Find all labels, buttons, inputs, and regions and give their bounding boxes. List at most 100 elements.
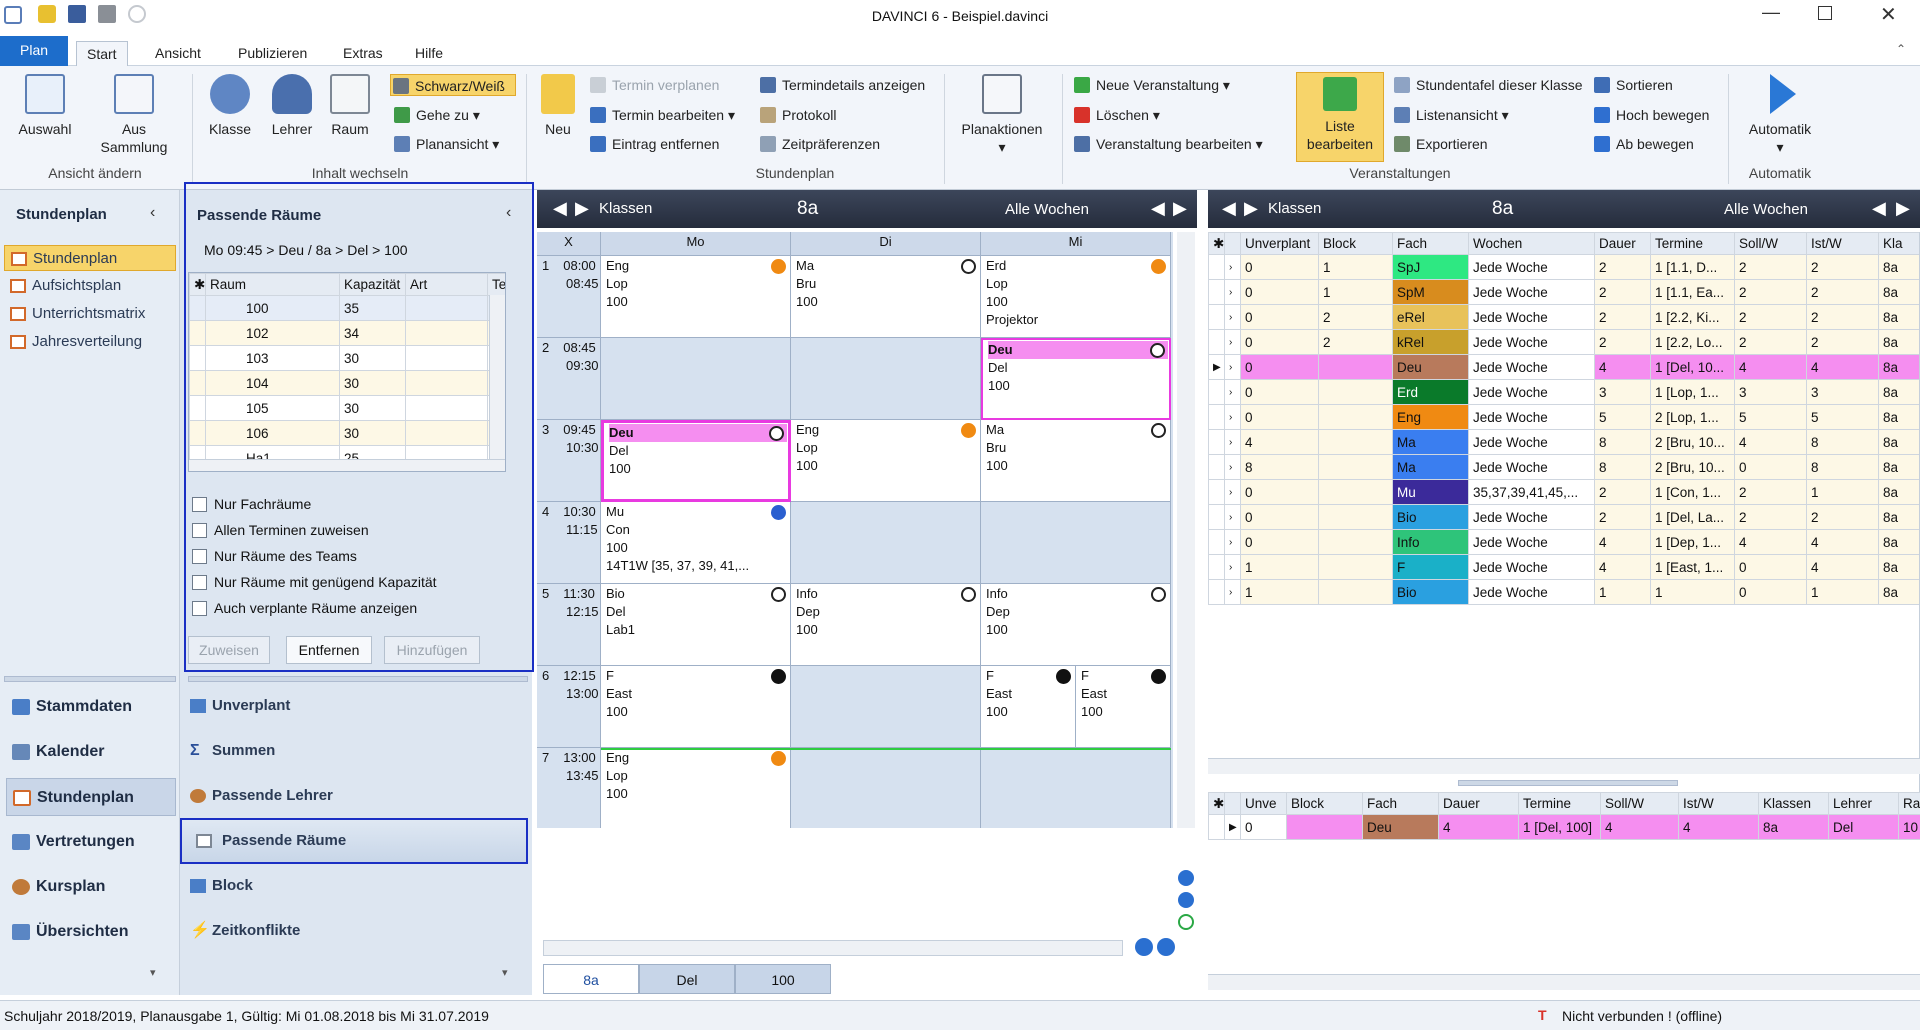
- neue-veranstaltung-button[interactable]: Neue Veranstaltung ▾: [1072, 74, 1230, 96]
- col-termine[interactable]: Termine: [1650, 232, 1735, 255]
- col-raum[interactable]: Raum: [205, 273, 340, 296]
- section-kalender[interactable]: Kalender: [6, 733, 176, 771]
- hinzufuegen-button[interactable]: Hinzufügen: [384, 636, 480, 664]
- room-row[interactable]: 100 35: [189, 295, 505, 321]
- planansicht-button[interactable]: Planansicht ▾: [392, 133, 499, 155]
- klasse-button[interactable]: Klasse: [200, 74, 260, 138]
- checkbox[interactable]: [192, 523, 207, 538]
- splitter[interactable]: [4, 676, 176, 682]
- checkbox[interactable]: [192, 575, 207, 590]
- section-stundenplan[interactable]: Stundenplan: [6, 778, 176, 816]
- section-uebersichten[interactable]: Übersichten: [6, 913, 176, 951]
- col-block[interactable]: Block: [1318, 232, 1393, 255]
- rooms-vscroll[interactable]: [489, 295, 505, 459]
- lesson-info[interactable]: Info Dep 100: [981, 584, 1171, 666]
- lesson-f[interactable]: F East 100: [601, 666, 791, 748]
- row-expand-icon[interactable]: ›: [1224, 529, 1241, 555]
- col-unve[interactable]: Unve: [1240, 792, 1287, 815]
- classlist-row[interactable]: › 0 Bio Jede Woche 2 1 [Del, La... 2 2 8a: [1208, 504, 1919, 530]
- tab-schedule-8a[interactable]: 8a: [543, 964, 639, 994]
- lesson-f[interactable]: F East 100: [981, 666, 1076, 748]
- empty-slot[interactable]: [791, 748, 981, 828]
- col-raum[interactable]: Ra: [1898, 792, 1920, 815]
- planaktionen-button[interactable]: Planaktionen ▾: [952, 74, 1052, 156]
- sortieren-button[interactable]: Sortieren: [1592, 74, 1673, 96]
- loeschen-button[interactable]: Löschen ▾: [1072, 104, 1160, 126]
- nav-collapse-icon[interactable]: ‹: [150, 204, 155, 222]
- tab-schedule-del[interactable]: Del: [639, 964, 735, 994]
- link-passende-lehrer[interactable]: Passende Lehrer: [184, 783, 356, 809]
- empty-slot[interactable]: [791, 666, 981, 748]
- entfernen-button[interactable]: Entfernen: [286, 636, 372, 664]
- stundentafel-button[interactable]: Stundentafel dieser Klasse: [1392, 74, 1583, 96]
- listenansicht-button[interactable]: Listenansicht ▾: [1392, 104, 1509, 126]
- nav-item-aufsichtsplan[interactable]: Aufsichtsplan: [4, 273, 176, 299]
- ab-bewegen-button[interactable]: Ab bewegen: [1592, 133, 1694, 155]
- link-passende-raeume[interactable]: Passende Räume: [180, 818, 528, 864]
- row-expand-icon[interactable]: ›: [1224, 354, 1241, 380]
- classlist-row[interactable]: › 0 Mu 35,37,39,41,45,... 2 1 [Con, 1... 2 1 8a: [1208, 479, 1919, 505]
- section-vertretungen[interactable]: Vertretungen: [6, 823, 176, 861]
- check-nur-team[interactable]: Nur Räume des Teams: [192, 546, 357, 566]
- empty-slot[interactable]: [791, 502, 981, 584]
- col-termine[interactable]: Termine: [1518, 792, 1601, 815]
- lesson-erd[interactable]: Erd Lop 100 Projektor: [981, 256, 1171, 338]
- link-unverplant[interactable]: Unverplant: [184, 693, 356, 719]
- link-zeitkonflikte[interactable]: ⚡ Zeitkonflikte: [184, 918, 356, 944]
- col-fach[interactable]: Fach: [1362, 792, 1439, 815]
- row-expand-icon[interactable]: ›: [1224, 429, 1241, 455]
- lesson-eng[interactable]: Eng Lop 100: [601, 748, 791, 828]
- next-week-icon[interactable]: ▶: [1173, 198, 1187, 219]
- check-kapazitaet[interactable]: Nur Räume mit genügend Kapazität: [192, 572, 437, 592]
- row-expand-icon[interactable]: ›: [1224, 404, 1241, 430]
- tab-ansicht[interactable]: Ansicht: [145, 41, 211, 66]
- links-more-icon[interactable]: ▾: [502, 966, 508, 979]
- classlist-hscroll[interactable]: [1208, 758, 1920, 774]
- classlist-row[interactable]: › 0 1 SpJ Jede Woche 2 1 [1.1, D... 2 2 8a: [1208, 254, 1919, 280]
- row-expand-icon[interactable]: ›: [1224, 504, 1241, 530]
- row-expand-icon[interactable]: ›: [1224, 254, 1241, 280]
- detail-row[interactable]: ▶ 0 Deu 4 1 [Del, 100] 4 4 8a Del 10: [1208, 814, 1920, 840]
- lesson-eng[interactable]: Eng Lop 100: [601, 256, 791, 338]
- auto-size-icon[interactable]: [1178, 914, 1194, 930]
- lesson-bio[interactable]: Bio Del Lab1: [601, 584, 791, 666]
- termindetails-button[interactable]: Termindetails anzeigen: [758, 74, 925, 96]
- classlist-row[interactable]: › 1 Bio Jede Woche 1 1 0 1 8a: [1208, 579, 1919, 605]
- lesson-f[interactable]: F East 100: [1076, 666, 1171, 748]
- lesson-ma[interactable]: Ma Bru 100: [981, 420, 1171, 502]
- col-klasse[interactable]: Kla: [1878, 232, 1919, 255]
- termin-verplanen-button[interactable]: Termin verplanen: [588, 74, 719, 96]
- col-ist[interactable]: Ist/W: [1806, 232, 1879, 255]
- row-expand-icon[interactable]: ▶: [1224, 814, 1241, 840]
- neu-button[interactable]: Neu: [534, 74, 582, 138]
- col-dauer[interactable]: Dauer: [1594, 232, 1651, 255]
- classlist-row[interactable]: › 4 Ma Jede Woche 8 2 [Bru, 10... 4 8 8a: [1208, 429, 1919, 455]
- zeitpraeferenzen-button[interactable]: Zeitpräferenzen: [758, 133, 880, 155]
- row-expand-icon[interactable]: ›: [1224, 304, 1241, 330]
- day-header[interactable]: Mo: [601, 232, 791, 256]
- next-week-icon[interactable]: ▶: [1896, 198, 1910, 219]
- nav-item-stundenplan[interactable]: Stundenplan: [4, 245, 176, 271]
- checkbox[interactable]: [192, 497, 207, 512]
- classlist-row[interactable]: › 0 Info Jede Woche 4 1 [Dep, 1... 4 4 8a: [1208, 529, 1919, 555]
- auswahl-button[interactable]: Auswahl: [10, 74, 80, 138]
- shrink-icon[interactable]: [1135, 938, 1153, 956]
- automatik-button[interactable]: Automatik ▾: [1738, 74, 1822, 156]
- col-block[interactable]: Block: [1286, 792, 1363, 815]
- raum-button[interactable]: Raum: [320, 74, 380, 138]
- tab-start[interactable]: Start: [76, 41, 128, 67]
- schedule-hscroll[interactable]: [543, 940, 1123, 956]
- row-expand-icon[interactable]: ›: [1224, 554, 1241, 580]
- aus-sammlung-button[interactable]: Aus Sammlung: [90, 74, 178, 156]
- collapse-ribbon-icon[interactable]: ⌃: [1896, 42, 1906, 56]
- row-expand-icon[interactable]: ›: [1224, 454, 1241, 480]
- splitter[interactable]: [188, 676, 528, 682]
- link-summen[interactable]: Σ Summen: [184, 738, 356, 764]
- exportieren-button[interactable]: Exportieren: [1392, 133, 1488, 155]
- next-class-icon[interactable]: ▶: [1244, 198, 1258, 219]
- tab-publizieren[interactable]: Publizieren: [228, 41, 317, 66]
- classlist-row[interactable]: › 1 F Jede Woche 4 1 [East, 1... 0 4 8a: [1208, 554, 1919, 580]
- close-icon[interactable]: ✕: [1880, 2, 1897, 27]
- tab-plan[interactable]: Plan: [0, 36, 69, 66]
- nav-more-icon[interactable]: ▾: [150, 966, 156, 979]
